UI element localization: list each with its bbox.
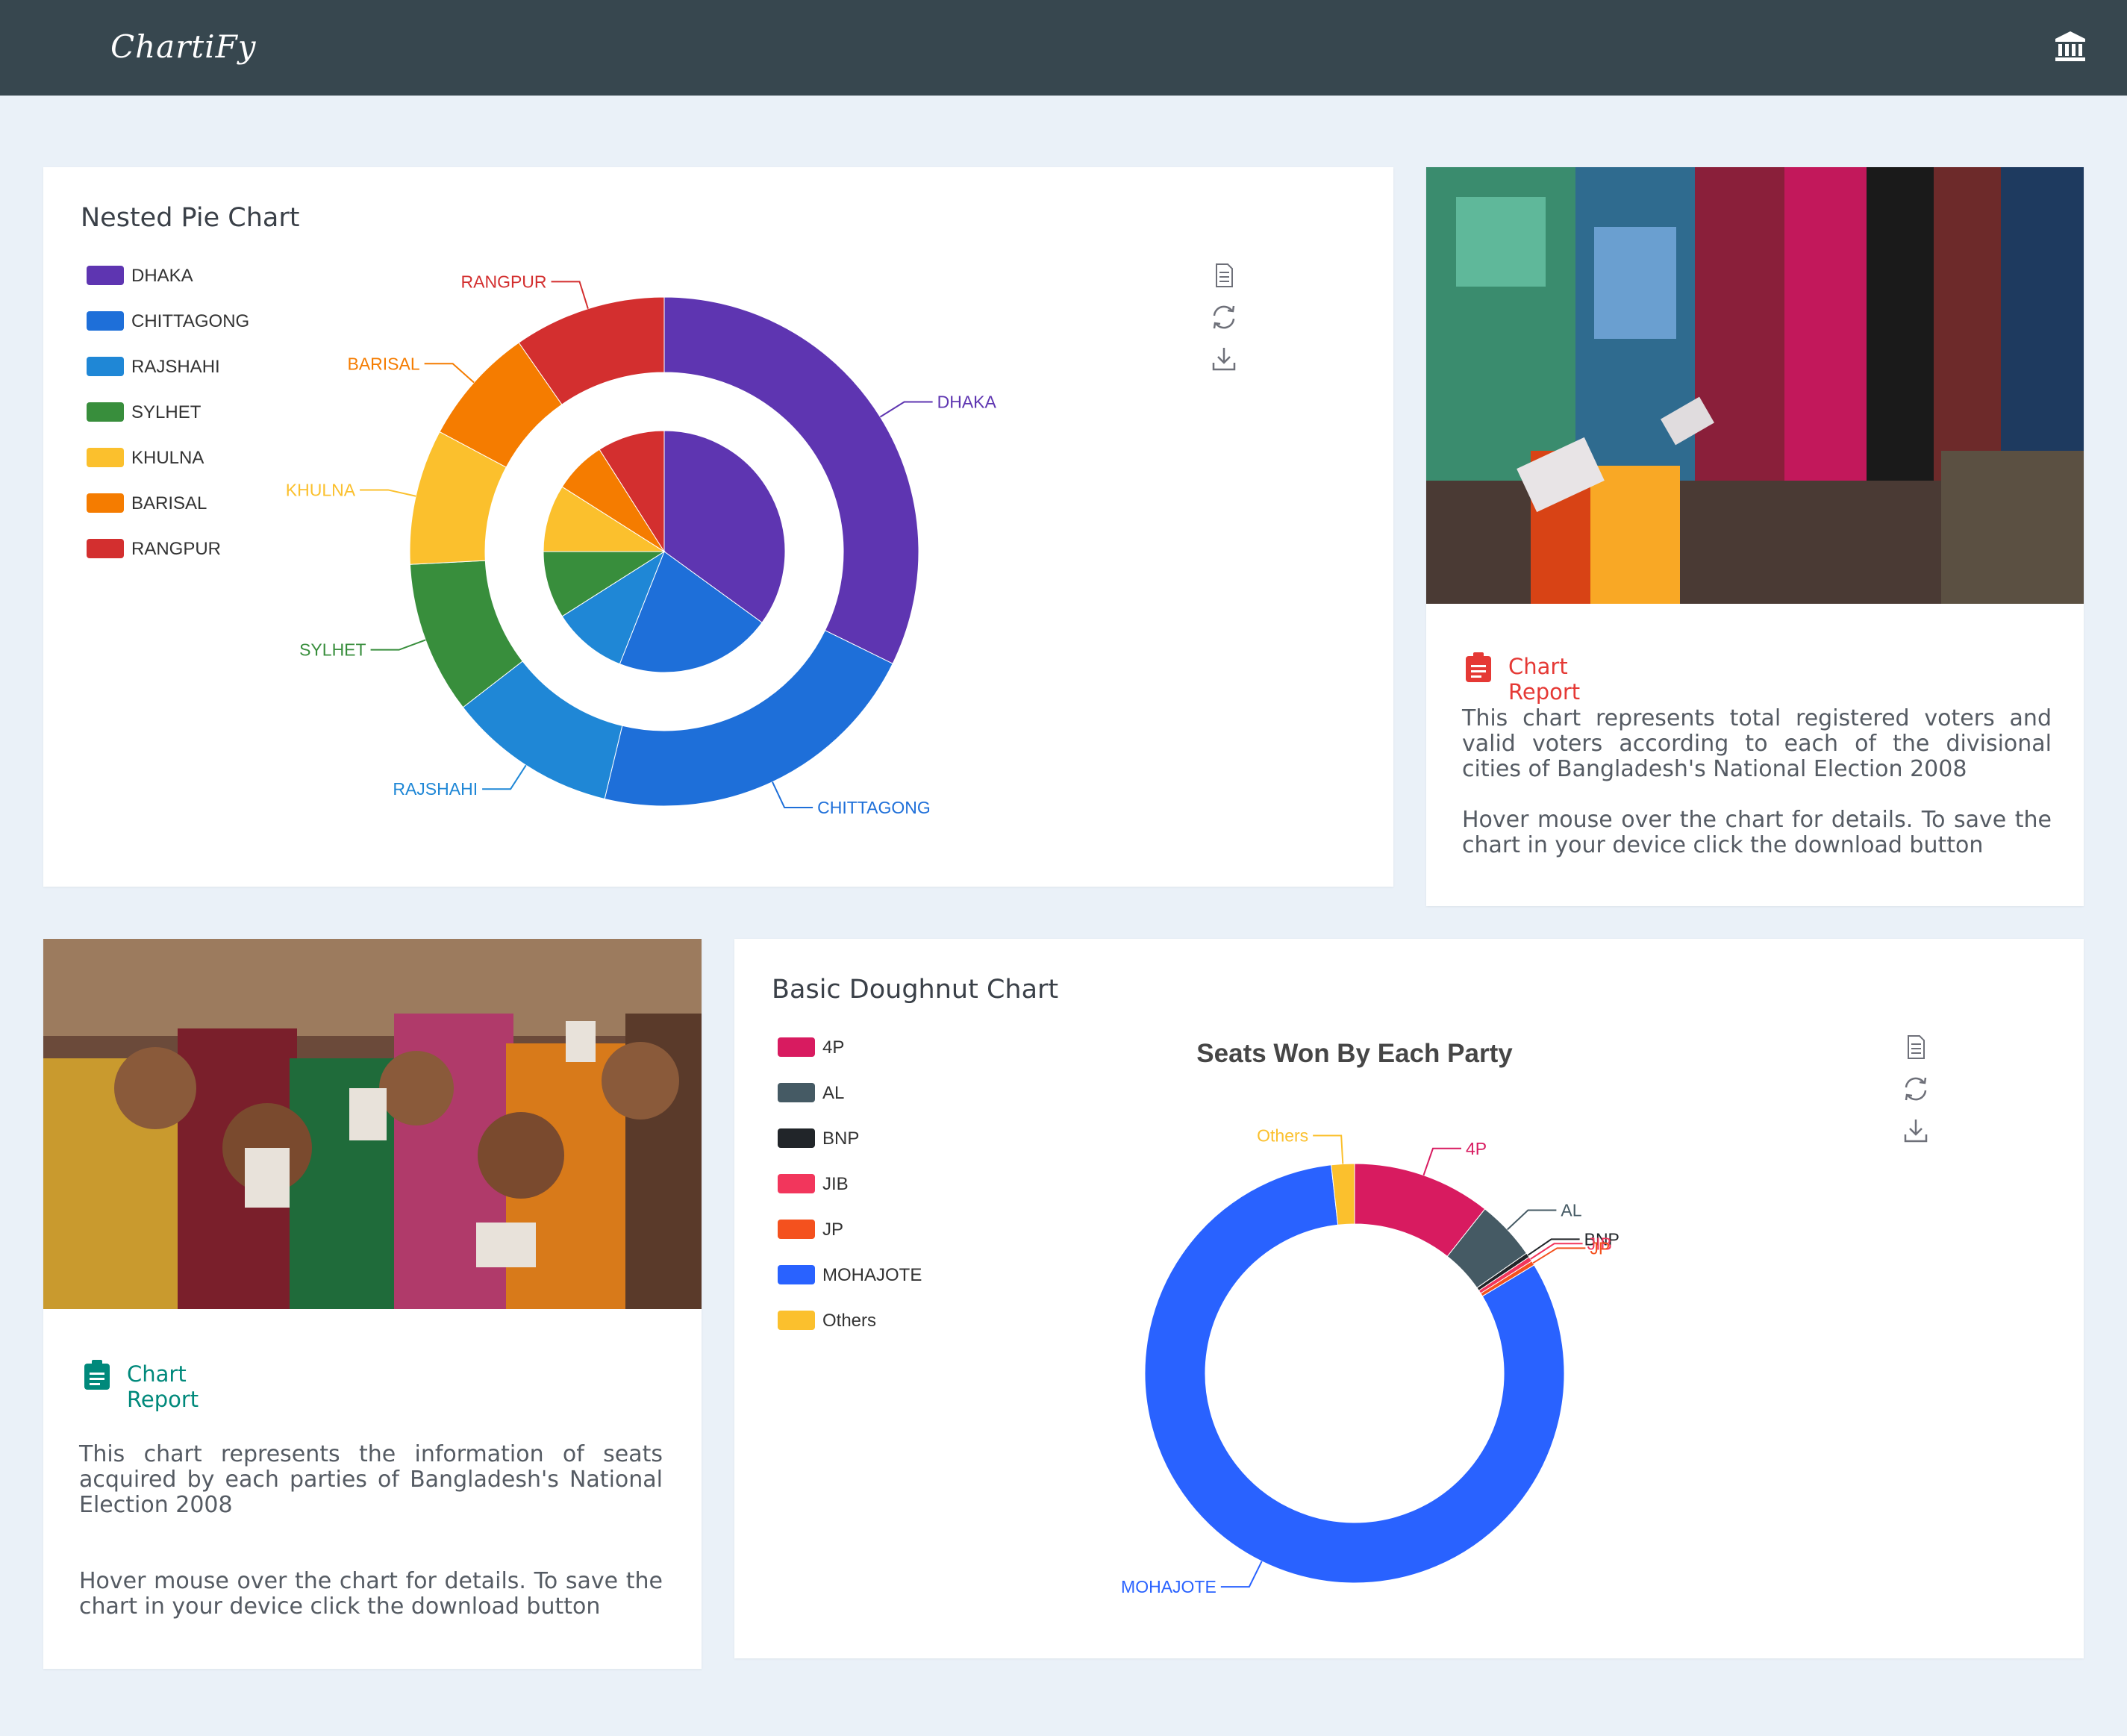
doughnut-label-jp: JP [1590,1238,1610,1258]
doughnut-label-others: Others [1257,1125,1308,1145]
doughnut-chart[interactable]: Seats Won By Each Party4PALBNPJIBJPMOHAJ… [734,939,2084,1658]
nested-pie-card: Nested Pie Chart DHAKA CHITTAGONG RAJSHAHI… [43,167,1393,887]
outer-label-line-dhaka [879,401,933,418]
clipboard-icon [84,1360,110,1390]
doughnut-label-line-al [1507,1209,1557,1231]
outer-label-rajshahi: RAJSHAHI [393,779,478,799]
doughnut-label-line-mohajote [1220,1561,1263,1588]
voters-crowd-photo [43,939,702,1309]
report-hint: Hover mouse over the chart for details. … [79,1568,663,1620]
voters-id-cards-photo [1426,167,2084,604]
outer-label-dhaka: DHAKA [937,393,997,412]
report-description: This chart represents total registered v… [1462,705,2052,782]
top-navbar: ChartiFy [0,0,2127,96]
doughnut-label-line-jp [1532,1247,1586,1264]
report-card-1: Chart Report This chart represents total… [1426,167,2084,906]
outer-label-line-sylhet [370,639,426,651]
doughnut-label-mohajote: MOHAJOTE [1121,1577,1216,1596]
outer-label-khulna: KHULNA [286,480,356,499]
doughnut-label-line-4p [1422,1147,1461,1175]
report-title: Chart Report [1508,654,1581,705]
outer-label-rangpur: RANGPUR [461,272,547,291]
report-hint: Hover mouse over the chart for details. … [1462,807,2052,858]
outer-label-line-rajshahi [482,764,527,790]
chart-title: Seats Won By Each Party [1196,1039,1513,1068]
doughnut-label-line-others [1313,1134,1344,1164]
doughnut-label-line-bnp [1527,1238,1580,1256]
clipboard-icon [1466,652,1491,682]
outer-label-line-rangpur [551,281,589,309]
brand-logo[interactable]: ChartiFy [110,28,256,65]
doughnut-label-line-jib [1530,1243,1583,1260]
doughnut-card: Basic Doughnut Chart 4P AL BNP JIB JP MOHAJOT… [734,939,2084,1658]
outer-label-line-khulna [360,489,416,497]
outer-label-sylhet: SYLHET [299,640,366,660]
report-title: Chart Report [127,1361,199,1412]
nested-pie-chart[interactable]: DHAKA CHITTAGONG RAJSHAHI SYLHET KHULNA BARIS… [43,167,1393,887]
outer-label-chittagong: CHITTAGONG [817,798,931,817]
report-description: This chart represents the information of… [79,1441,663,1518]
doughnut-label-4p: 4P [1466,1139,1487,1158]
outer-label-line-barisal [424,363,475,384]
bank-icon[interactable] [2054,30,2087,64]
outer-label-barisal: BARISAL [347,354,419,373]
report-card-2: Chart Report This chart represents the i… [43,939,702,1669]
outer-label-line-chittagong [772,781,813,809]
doughnut-label-al: AL [1561,1200,1581,1220]
